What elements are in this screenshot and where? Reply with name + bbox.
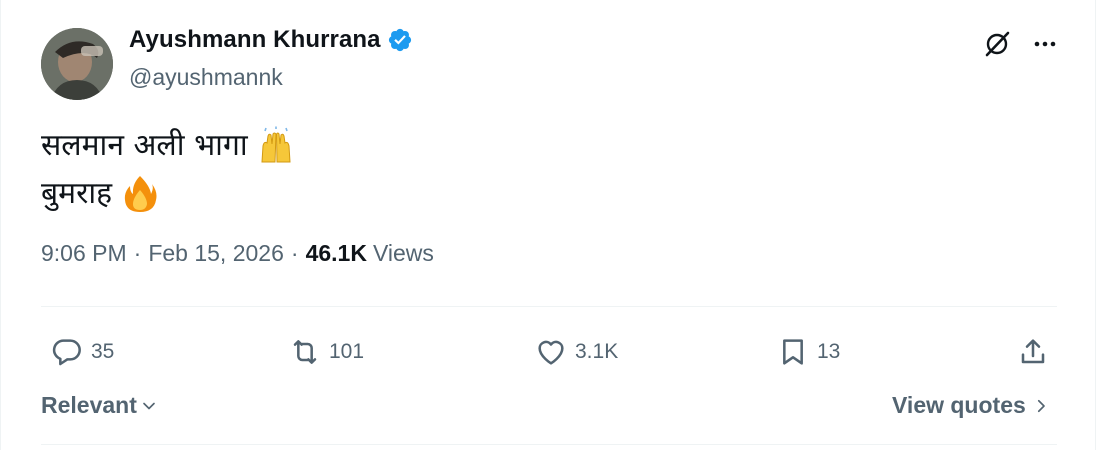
sort-label: Relevant [41,392,137,418]
grok-icon[interactable] [981,28,1013,60]
repost-icon [293,340,317,364]
tweet-time[interactable]: 9:06 PM [41,240,127,267]
raising-hands-emoji-icon [256,126,296,166]
view-quotes-link[interactable]: View quotes [892,392,1050,419]
like-count: 3.1K [575,340,619,363]
share-button[interactable] [1017,322,1049,382]
meta-separator: · [290,240,299,266]
verified-badge-icon[interactable] [387,27,413,53]
tweet-meta: 9:06 PM · Feb 15, 2026 · 46.1K Views [41,240,434,267]
tweet-detail: Ayushmann Khurrana @ayushmannk सलमान अली… [0,0,1096,450]
repost-count: 101 [329,340,365,363]
share-icon [1021,339,1045,364]
tweet-date[interactable]: Feb 15, 2026 [148,240,284,267]
like-button[interactable]: 3.1K [535,322,618,382]
sort-dropdown[interactable]: Relevant [41,392,159,419]
meta-separator: · [133,240,142,266]
views-label: Views [372,240,434,266]
tweet-line-text: सलमान अली भागा [41,128,248,163]
action-bar: 35 101 3.1K 13 [41,322,1057,382]
divider [41,306,1057,307]
views-count: 46.1K [305,240,367,266]
tweet-text: सलमान अली भागा बुमराह [41,122,296,218]
repost-button[interactable]: 101 [289,322,364,382]
view-quotes-label: View quotes [892,392,1026,418]
reply-button[interactable]: 35 [51,322,114,382]
heart-icon [538,340,564,365]
profile-photo-icon [41,28,113,100]
author-handle[interactable]: @ayushmannk [129,64,283,91]
tweet-line: बुमराह [41,170,296,218]
more-icon[interactable] [1029,28,1061,60]
chevron-down-icon [143,402,155,409]
bookmark-icon [783,339,803,365]
reply-icon [52,339,81,366]
tweet-line-text: बुमराह [41,176,113,211]
tweet-line: सलमान अली भागा [41,122,296,170]
author-name-row[interactable]: Ayushmann Khurrana [129,26,413,54]
reply-count: 35 [91,340,115,363]
bookmark-count: 13 [817,340,841,363]
fire-emoji-icon [120,174,160,214]
divider [41,444,1057,445]
author-display-name[interactable]: Ayushmann Khurrana [129,26,381,54]
bookmark-button[interactable]: 13 [777,322,840,382]
chevron-right-icon [1037,399,1045,412]
avatar[interactable] [41,28,113,100]
